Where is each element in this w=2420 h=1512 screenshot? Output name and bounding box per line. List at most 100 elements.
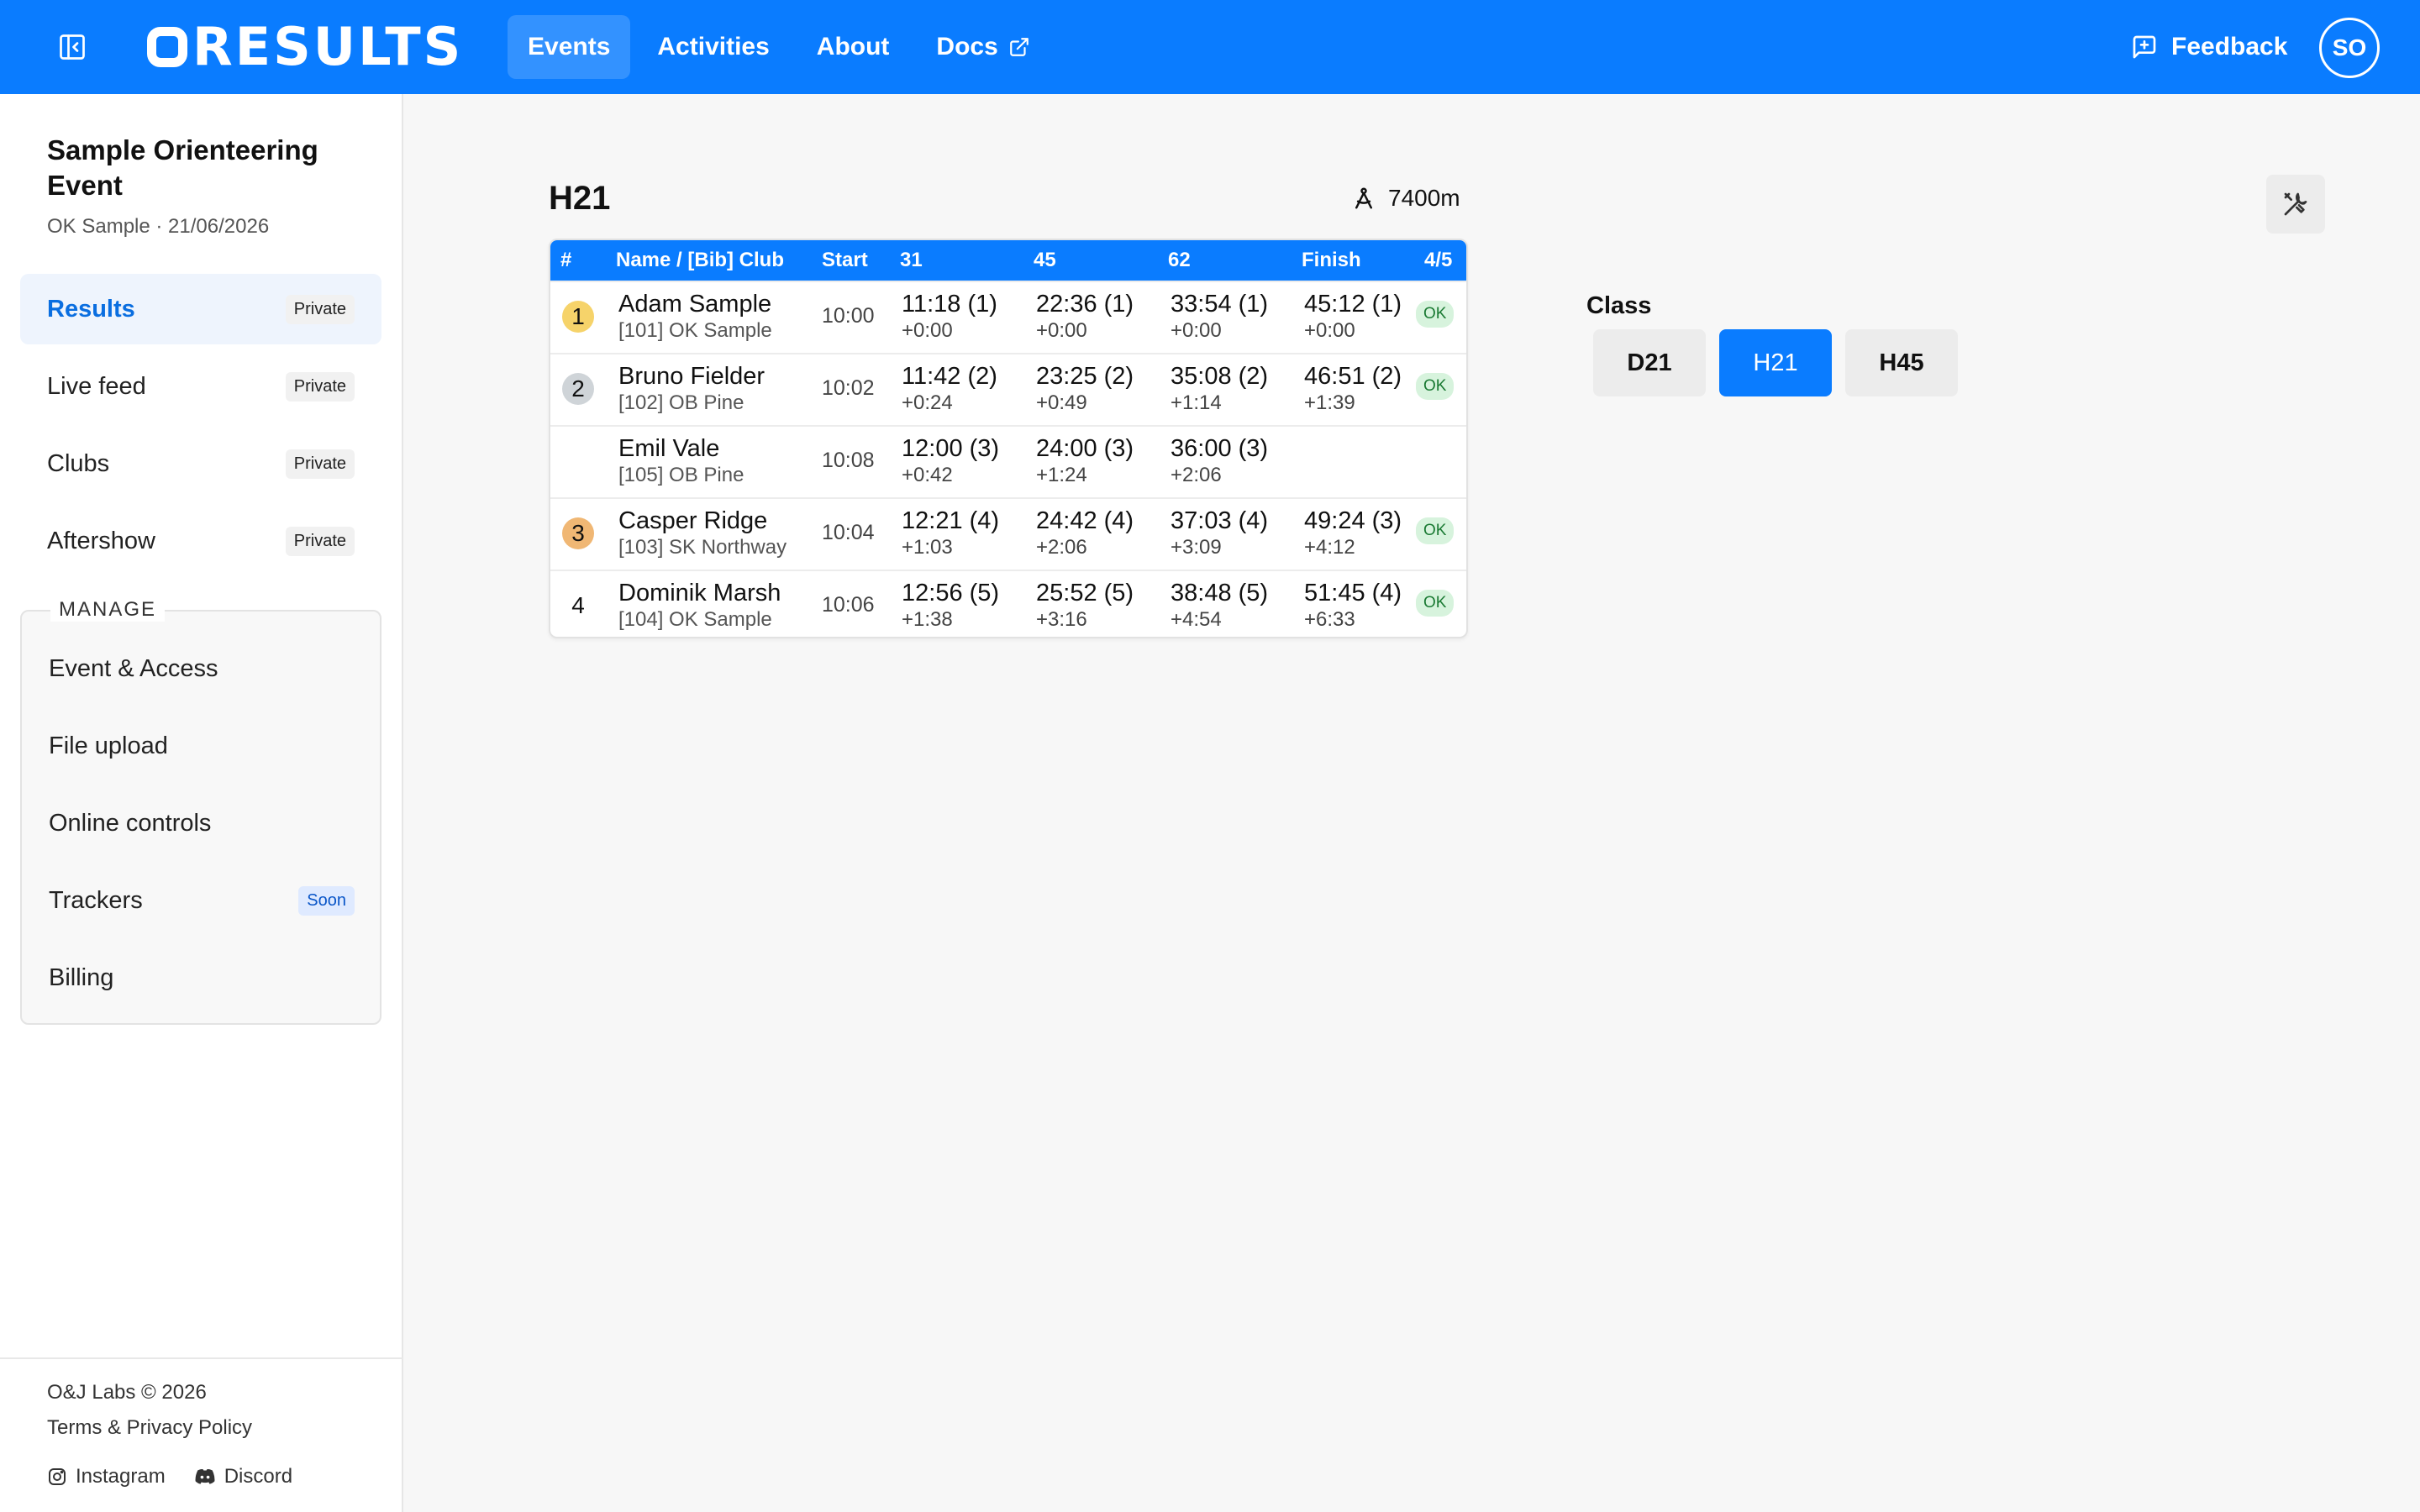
- sidebar-item-label: Live feed: [47, 372, 146, 400]
- split-time: 36:00 (3): [1171, 435, 1269, 462]
- manage-section: MANAGE Event & Access File upload Online…: [20, 598, 381, 1025]
- start-time: 10:04: [822, 521, 875, 544]
- top-bar: RESULTS Events Activities About Docs Fee…: [0, 0, 2420, 94]
- class-option-h45[interactable]: H45: [1845, 329, 1958, 396]
- nav-docs[interactable]: Docs: [916, 15, 1050, 79]
- col-control-45: 45: [1034, 249, 1056, 271]
- runner-name: Dominik Marsh: [618, 580, 781, 606]
- runner-name: Emil Vale: [618, 435, 720, 462]
- runner-club: [102] OB Pine: [618, 391, 744, 414]
- split-time: 37:03 (4): [1171, 507, 1269, 534]
- finish-diff: +4:12: [1304, 536, 1355, 559]
- terms-link[interactable]: Terms & Privacy Policy: [47, 1416, 252, 1440]
- manage-heading: MANAGE: [50, 598, 166, 622]
- col-name: Name / [Bib] Club: [616, 249, 785, 271]
- discord-icon: [195, 1468, 215, 1484]
- class-heading: H21: [549, 180, 611, 217]
- col-finish: Finish: [1302, 249, 1361, 271]
- status-badge: OK: [1416, 373, 1455, 400]
- sidebar-item-label: Aftershow: [47, 527, 155, 554]
- sidebar-item-label: Online controls: [49, 809, 212, 837]
- feedback-label: Feedback: [2171, 33, 2288, 60]
- private-badge: Private: [285, 526, 355, 556]
- runner-club: [103] SK Northway: [618, 536, 787, 559]
- logo-mark: [147, 27, 187, 67]
- sidebar-item-label: Trackers: [49, 886, 143, 914]
- split-diff: +0:42: [902, 464, 953, 486]
- status-badge: OK: [1416, 301, 1455, 328]
- soon-badge: Soon: [298, 885, 355, 916]
- sidebar-item-label: Clubs: [47, 449, 110, 477]
- split-time: 35:08 (2): [1171, 363, 1269, 390]
- instagram-link[interactable]: Instagram: [47, 1465, 166, 1488]
- split-time: 12:21 (4): [902, 507, 1000, 534]
- compass-icon: [1355, 187, 1372, 209]
- nav-events[interactable]: Events: [508, 15, 631, 79]
- tools-button[interactable]: [2266, 175, 2325, 234]
- sidebar-item-billing[interactable]: Billing: [29, 942, 375, 1013]
- runner-club: [104] OK Sample: [618, 608, 772, 631]
- discord-link[interactable]: Discord: [194, 1465, 292, 1488]
- table-row[interactable]: Emil Vale [105] OB Pine 10:08 12:00 (3) …: [550, 425, 1466, 497]
- feedback-icon: [2133, 35, 2156, 59]
- split-diff: +0:00: [1171, 319, 1222, 342]
- table-row[interactable]: 3 Casper Ridge [103] SK Northway 10:04 1…: [550, 497, 1466, 570]
- sidebar-item-trackers[interactable]: Trackers Soon: [29, 865, 375, 936]
- class-picker-label: Class: [1586, 292, 1652, 319]
- class-option-d21[interactable]: D21: [1593, 329, 1706, 396]
- feedback-button[interactable]: Feedback: [2131, 27, 2287, 67]
- private-badge: Private: [285, 371, 355, 402]
- rank-badge: 2: [562, 373, 594, 405]
- main-nav: Events Activities About Docs: [508, 15, 1050, 79]
- split-diff: +4:54: [1171, 608, 1222, 631]
- sidebar-item-event-access[interactable]: Event & Access: [29, 633, 375, 704]
- status-badge: OK: [1416, 517, 1455, 544]
- external-link-icon: [1009, 38, 1028, 56]
- rank-badge: 3: [562, 517, 594, 549]
- split-diff: +1:24: [1036, 464, 1087, 486]
- split-diff: +2:06: [1036, 536, 1087, 559]
- split-diff: +0:49: [1036, 391, 1087, 414]
- table-row[interactable]: 2 Bruno Fielder [102] OB Pine 10:02 11:4…: [550, 353, 1466, 425]
- table-row[interactable]: 1 Adam Sample [101] OK Sample 10:00 11:1…: [550, 281, 1466, 353]
- event-title: Sample Orienteering Event: [47, 134, 318, 201]
- status-badge: OK: [1416, 590, 1455, 617]
- sidebar-item-results[interactable]: Results Private: [20, 274, 381, 344]
- finish-diff: +0:00: [1304, 319, 1355, 342]
- split-diff: +3:16: [1036, 608, 1087, 631]
- table-row[interactable]: 4 Dominik Marsh [104] OK Sample 10:06 12…: [550, 570, 1466, 637]
- split-time: 24:00 (3): [1036, 435, 1134, 462]
- sidebar-item-aftershow[interactable]: Aftershow Private: [20, 506, 381, 576]
- table-header: # Name / [Bib] Club Start 31 45 62 Finis…: [550, 240, 1466, 281]
- sidebar-item-label: Billing: [49, 963, 114, 991]
- split-time: 11:42 (2): [902, 363, 997, 390]
- sidebar-item-online-controls[interactable]: Online controls: [29, 788, 375, 858]
- class-picker: D21 H21 H45: [1593, 329, 1958, 396]
- discord-label: Discord: [224, 1465, 293, 1488]
- split-time: 33:54 (1): [1171, 291, 1269, 318]
- start-time: 10:02: [822, 376, 875, 400]
- nav-about-label: About: [816, 33, 890, 60]
- nav-activities-label: Activities: [657, 33, 770, 60]
- nav-about[interactable]: About: [797, 15, 910, 79]
- sidebar: Sample Orienteering Event OK Sample · 21…: [0, 94, 403, 1512]
- rank-badge: 4: [571, 592, 585, 618]
- split-time: 24:42 (4): [1036, 507, 1134, 534]
- sidebar-toggle-icon[interactable]: [52, 27, 92, 67]
- avatar[interactable]: SO: [2319, 18, 2380, 78]
- finish-time: 45:12 (1): [1304, 291, 1402, 318]
- split-time: 23:25 (2): [1036, 363, 1134, 390]
- nav-activities[interactable]: Activities: [637, 15, 789, 79]
- runner-name: Casper Ridge: [618, 507, 768, 534]
- finish-diff: +6:33: [1304, 608, 1355, 631]
- logo[interactable]: RESULTS: [147, 21, 463, 73]
- sidebar-item-clubs[interactable]: Clubs Private: [20, 428, 381, 499]
- sidebar-item-file-upload[interactable]: File upload: [29, 711, 375, 781]
- runner-name: Bruno Fielder: [618, 363, 765, 390]
- class-option-h21[interactable]: H21: [1719, 329, 1832, 396]
- split-diff: +1:38: [902, 608, 953, 631]
- sidebar-item-live-feed[interactable]: Live feed Private: [20, 351, 381, 422]
- sidebar-item-label: Results: [47, 295, 135, 323]
- split-diff: +1:14: [1171, 391, 1222, 414]
- split-time: 12:00 (3): [902, 435, 1000, 462]
